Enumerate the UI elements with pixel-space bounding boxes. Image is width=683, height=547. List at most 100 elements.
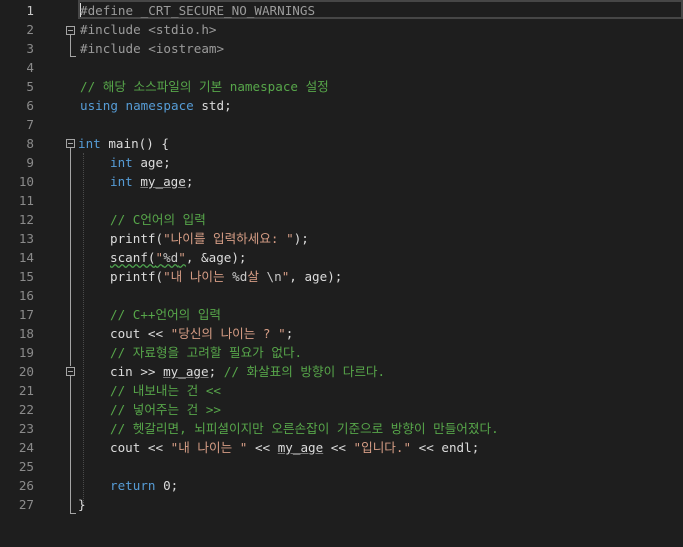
code-line-8: int main() { xyxy=(78,134,169,153)
keyword: int xyxy=(78,136,101,151)
string-literal: "입니다." xyxy=(353,440,412,455)
keyword: using xyxy=(80,98,118,113)
fold-end-icon xyxy=(70,513,76,514)
code-text: , age); xyxy=(289,269,343,284)
code-text: cin >> xyxy=(110,364,164,379)
string-literal: "내 나이는 " xyxy=(170,440,248,455)
comment: // 헷갈리면, 뇌피셜이지만 오른손잡이 기준으로 방향이 만들어졌다. xyxy=(110,421,499,436)
collapse-include-block-button[interactable] xyxy=(66,26,75,35)
comment: // 내보내는 건 << xyxy=(110,383,222,398)
code-text: ; xyxy=(285,326,294,341)
code-text: printf( xyxy=(110,231,164,246)
code-line-17: // C++언어의 입력 xyxy=(110,305,221,324)
line-number: 23 xyxy=(18,421,34,436)
fold-line-icon xyxy=(70,35,71,56)
code-text: cout << xyxy=(110,326,171,341)
keyword: int xyxy=(110,155,133,170)
escape-sequence: \n xyxy=(266,269,282,284)
indent-guide xyxy=(83,153,84,505)
line-number: 24 xyxy=(18,440,34,455)
code-line-14: scanf("%d", &age); xyxy=(110,248,247,267)
keyword: int xyxy=(110,174,133,189)
line-number: 16 xyxy=(18,288,34,303)
code-line-9: int age; xyxy=(110,153,171,172)
string-literal: "나이를 입력하세요: " xyxy=(163,231,294,246)
identifier: my_age xyxy=(163,364,209,379)
code-text: 0; xyxy=(155,478,179,493)
string-literal: " xyxy=(178,250,186,265)
code-line-18: cout << "당신의 나이는 ? "; xyxy=(110,324,293,343)
line-number: 1 xyxy=(26,3,34,18)
closing-brace: } xyxy=(78,497,86,512)
code-text: << xyxy=(247,440,278,455)
line-number: 14 xyxy=(18,250,34,265)
line-number: 2 xyxy=(26,22,34,37)
code-line-20: cin >> my_age; // 화살표의 방향이 다르다. xyxy=(110,362,385,381)
fold-line-icon xyxy=(70,148,71,366)
code-editor[interactable]: 1 2 3 4 5 6 7 8 9 10 11 12 13 14 15 16 1… xyxy=(0,0,683,547)
line-number: 22 xyxy=(18,402,34,417)
code-line-24: cout << "내 나이는 " << my_age << "입니다." << … xyxy=(110,438,479,457)
line-number: 5 xyxy=(26,79,34,94)
code-text: ; xyxy=(208,364,224,379)
code-line-6: using namespace std; xyxy=(80,96,232,115)
code-line-10: int my_age; xyxy=(110,172,193,191)
code-line-12: // C언어의 입력 xyxy=(110,210,206,229)
code-line-26: return 0; xyxy=(110,476,178,495)
line-number: 6 xyxy=(26,98,34,113)
code-line-1: #define _CRT_SECURE_NO_WARNINGS xyxy=(80,1,315,20)
keyword: namespace xyxy=(125,98,194,113)
code-line-22: // 넣어주는 건 >> xyxy=(110,400,221,419)
keyword: return xyxy=(110,478,156,493)
code-text: main() { xyxy=(100,136,169,151)
fold-line-icon xyxy=(70,376,71,513)
outlining-margin xyxy=(62,0,78,547)
line-number: 4 xyxy=(26,60,34,75)
comment: // 해당 소스파일의 기본 namespace 설정 xyxy=(80,79,329,94)
code-line-27: } xyxy=(78,495,86,514)
code-text: << xyxy=(323,440,354,455)
preprocessor-define: #define _CRT_SECURE_NO_WARNINGS xyxy=(80,3,316,18)
warning-squiggle: scanf("%d" xyxy=(110,250,186,265)
collapse-comment-block-button[interactable] xyxy=(66,367,75,376)
code-text: cout << xyxy=(110,440,171,455)
line-number: 25 xyxy=(18,459,34,474)
identifier: my_age xyxy=(277,440,324,455)
code-line-21: // 내보내는 건 << xyxy=(110,381,221,400)
line-number: 21 xyxy=(18,383,34,398)
line-number: 19 xyxy=(18,345,34,360)
collapse-main-function-button[interactable] xyxy=(66,139,75,148)
comment: // 자료형을 고려할 필요가 없다. xyxy=(110,345,303,360)
string-literal: 살 xyxy=(247,269,267,284)
line-number: 11 xyxy=(18,193,34,208)
comment: // 화살표의 방향이 다르다. xyxy=(223,364,386,379)
code-text: std; xyxy=(193,98,232,113)
code-line-3: #include <iostream> xyxy=(80,39,224,58)
code-line-13: printf("나이를 입력하세요: "); xyxy=(110,229,309,248)
fold-end-icon xyxy=(70,56,76,57)
line-number: 15 xyxy=(18,269,34,284)
code-line-19: // 자료형을 고려할 필요가 없다. xyxy=(110,343,302,362)
preprocessor-include: #include <iostream> xyxy=(80,41,225,56)
code-text: ; xyxy=(185,174,194,189)
line-number: 13 xyxy=(18,231,34,246)
code-text: age; xyxy=(132,155,171,170)
identifier: my_age xyxy=(140,174,186,189)
code-line-5: // 해당 소스파일의 기본 namespace 설정 xyxy=(80,77,329,96)
line-number: 7 xyxy=(26,117,34,132)
line-number-gutter: 1 2 3 4 5 6 7 8 9 10 11 12 13 14 15 16 1… xyxy=(0,0,36,547)
code-line-23: // 헷갈리면, 뇌피셜이지만 오른손잡이 기준으로 방향이 만들어졌다. xyxy=(110,419,499,438)
line-number: 26 xyxy=(18,478,34,493)
line-number: 3 xyxy=(26,41,34,56)
line-number: 20 xyxy=(18,364,34,379)
line-number: 8 xyxy=(26,136,34,151)
comment: // C++언어의 입력 xyxy=(110,307,222,322)
string-literal: "당신의 나이는 ? " xyxy=(170,326,286,341)
line-number: 27 xyxy=(18,497,34,512)
code-line-15: printf("내 나이는 %d살 \n", age); xyxy=(110,267,342,286)
code-text: << endl; xyxy=(411,440,480,455)
line-number: 12 xyxy=(18,212,34,227)
code-text: scanf( xyxy=(110,250,156,265)
string-literal: " xyxy=(155,250,164,265)
line-number: 18 xyxy=(18,326,34,341)
